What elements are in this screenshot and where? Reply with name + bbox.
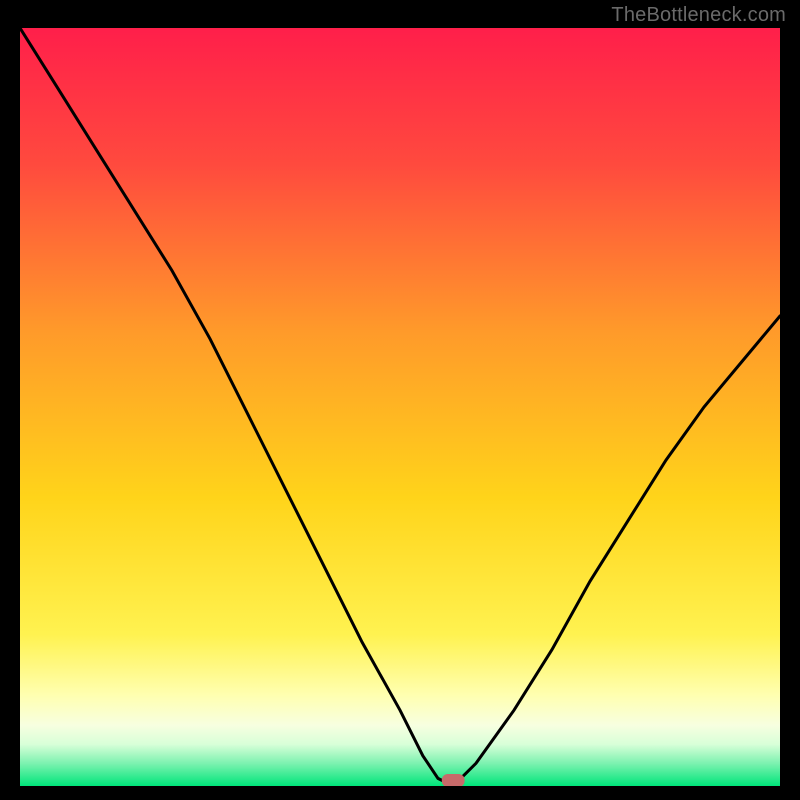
watermark-text: TheBottleneck.com: [611, 4, 786, 27]
bottleneck-chart-svg: [20, 28, 780, 786]
plot-area: [20, 28, 780, 786]
chart-frame: TheBottleneck.com: [0, 0, 800, 800]
optimal-marker: [442, 774, 465, 786]
gradient-background: [20, 28, 780, 786]
